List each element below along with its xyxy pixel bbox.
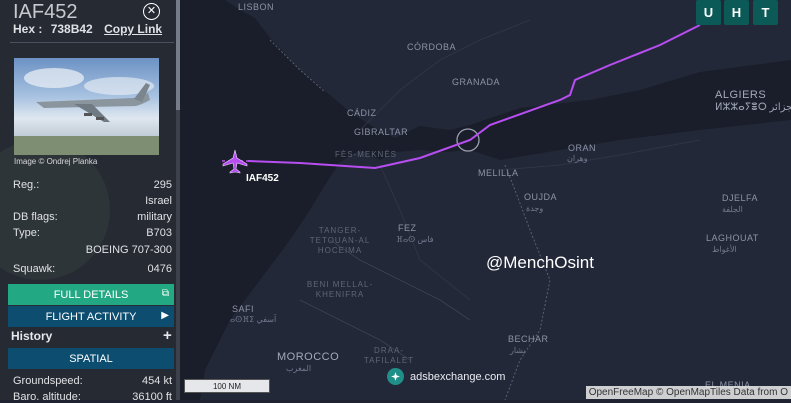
spatial-section-button[interactable]: SPATIAL [8, 348, 174, 369]
scale-bar: 100 NM [184, 379, 270, 393]
city-laghouat-sub: الأغواط [712, 245, 737, 254]
reg-row: Reg.: 295 [13, 179, 172, 191]
external-link-icon: ⧉ [161, 288, 169, 299]
city-bechar: BECHAR [508, 334, 549, 344]
city-safi: SAFI [232, 304, 255, 314]
hex-row: Hex : 738B42 Copy Link [13, 22, 162, 36]
city-djelfa: DJELFA [722, 193, 759, 203]
aircraft-model: BOEING 707-300 [85, 244, 172, 256]
expand-plus-icon[interactable]: + [163, 327, 172, 344]
db-flags-row: DB flags: military [13, 211, 172, 223]
full-details-button[interactable]: FULL DETAILS ⧉ [8, 284, 174, 305]
region-label: DRAA-TAFILALET [363, 346, 415, 365]
country-morocco: MOROCCO [277, 351, 340, 363]
country-value: Israel [145, 195, 172, 207]
logo-text: adsbexchange.com [410, 370, 506, 383]
watermark-text: @MenchOsint [486, 253, 594, 272]
groundspeed-label: Groundspeed: [13, 375, 83, 387]
baro-altitude-label: Baro. altitude: [13, 391, 81, 403]
type-row: Type: B703 [13, 227, 172, 239]
city-djelfa-sub: الجلفة [722, 205, 743, 214]
city-algiers-sub: ⵍⵣⵣⴰⵢⴻⵔ الجزائر [715, 102, 791, 113]
photo-credit: Image © Ondrej Planka [14, 157, 98, 166]
city-fez-sub: ⴼⴰⵙ فاس [396, 235, 434, 244]
city-granada: GRANADA [452, 77, 501, 87]
squawk-row: Squawk: 0476 [13, 263, 172, 275]
aircraft-callsign-label[interactable]: IAF452 [246, 173, 279, 184]
db-flags-value: military [137, 211, 172, 223]
city-algiers: ALGIERS [715, 89, 767, 101]
region-label: TANGER-TETOUAN-AL HOCEIMA [309, 226, 371, 255]
city-oujda: OUJDA [524, 192, 558, 202]
toolbar-t-button[interactable]: T [753, 0, 778, 25]
city-melilla: MELILLA [478, 168, 519, 178]
divider [10, 42, 174, 43]
city-oran-sub: وهران [567, 154, 588, 163]
panel-scrollbar[interactable] [176, 0, 180, 400]
groundspeed-row: Groundspeed: 454 kt [13, 375, 172, 387]
db-flags-label: DB flags: [13, 211, 58, 223]
callsign-title: IAF452 [13, 1, 78, 23]
toolbar-h-button[interactable]: H [724, 0, 749, 25]
aircraft-info-panel: IAF452 ✕ Hex : 738B42 Copy Link Image © … [0, 0, 180, 403]
close-icon[interactable]: ✕ [143, 3, 160, 20]
logo-icon [387, 368, 404, 385]
adsbexchange-logo[interactable]: adsbexchange.com [387, 368, 505, 385]
baro-altitude-row: Baro. altitude: 36100 ft [13, 391, 172, 403]
toolbar-u-button[interactable]: U [696, 0, 721, 25]
copy-link-button[interactable]: Copy Link [104, 22, 162, 36]
squawk-value: 0476 [147, 263, 172, 275]
city-lisbon: LISBON [238, 2, 275, 12]
chevron-right-icon: ▶ [161, 310, 169, 321]
city-gibraltar: GIBRALTAR [354, 127, 409, 137]
scrollbar-thumb[interactable] [176, 0, 180, 110]
city-cadiz: CÁDIZ [347, 108, 377, 118]
history-heading[interactable]: History [11, 329, 52, 343]
city-laghouat: LAGHOUAT [706, 233, 759, 243]
hex-label: Hex : [13, 22, 43, 36]
country-morocco-sub: المغرب [286, 364, 312, 373]
region-label: BENI MELLAL-KHENIFRA [306, 280, 374, 299]
flight-activity-button[interactable]: FLIGHT ACTIVITY ▶ [8, 306, 174, 327]
aircraft-photo[interactable] [14, 58, 159, 155]
city-oujda-sub: وجدة [526, 204, 544, 213]
type-value: B703 [146, 227, 172, 239]
city-bechar-sub: بشار [510, 346, 526, 355]
hex-value: 738B42 [50, 22, 93, 36]
baro-altitude-value: 36100 ft [132, 391, 172, 403]
type-label: Type: [13, 227, 40, 239]
city-oran: ORAN [568, 143, 597, 153]
city-safi-sub: ⴰⵙⴼⵉ آسفي [230, 315, 277, 324]
spatial-label: SPATIAL [69, 352, 113, 365]
map-attribution[interactable]: OpenFreeMap © OpenMapTiles Data from O [585, 386, 791, 399]
groundspeed-value: 454 kt [142, 375, 172, 387]
reg-value: 295 [153, 179, 172, 191]
squawk-label: Squawk: [13, 263, 56, 275]
flight-activity-label: FLIGHT ACTIVITY [45, 310, 137, 323]
aircraft-photo-image [14, 68, 159, 155]
city-fez: FEZ [398, 223, 417, 233]
city-cordoba: CÓRDOBA [407, 42, 457, 52]
reg-label: Reg.: [13, 179, 40, 191]
region-label: FÈS-MEKNÈS [335, 150, 398, 159]
full-details-label: FULL DETAILS [53, 288, 129, 301]
